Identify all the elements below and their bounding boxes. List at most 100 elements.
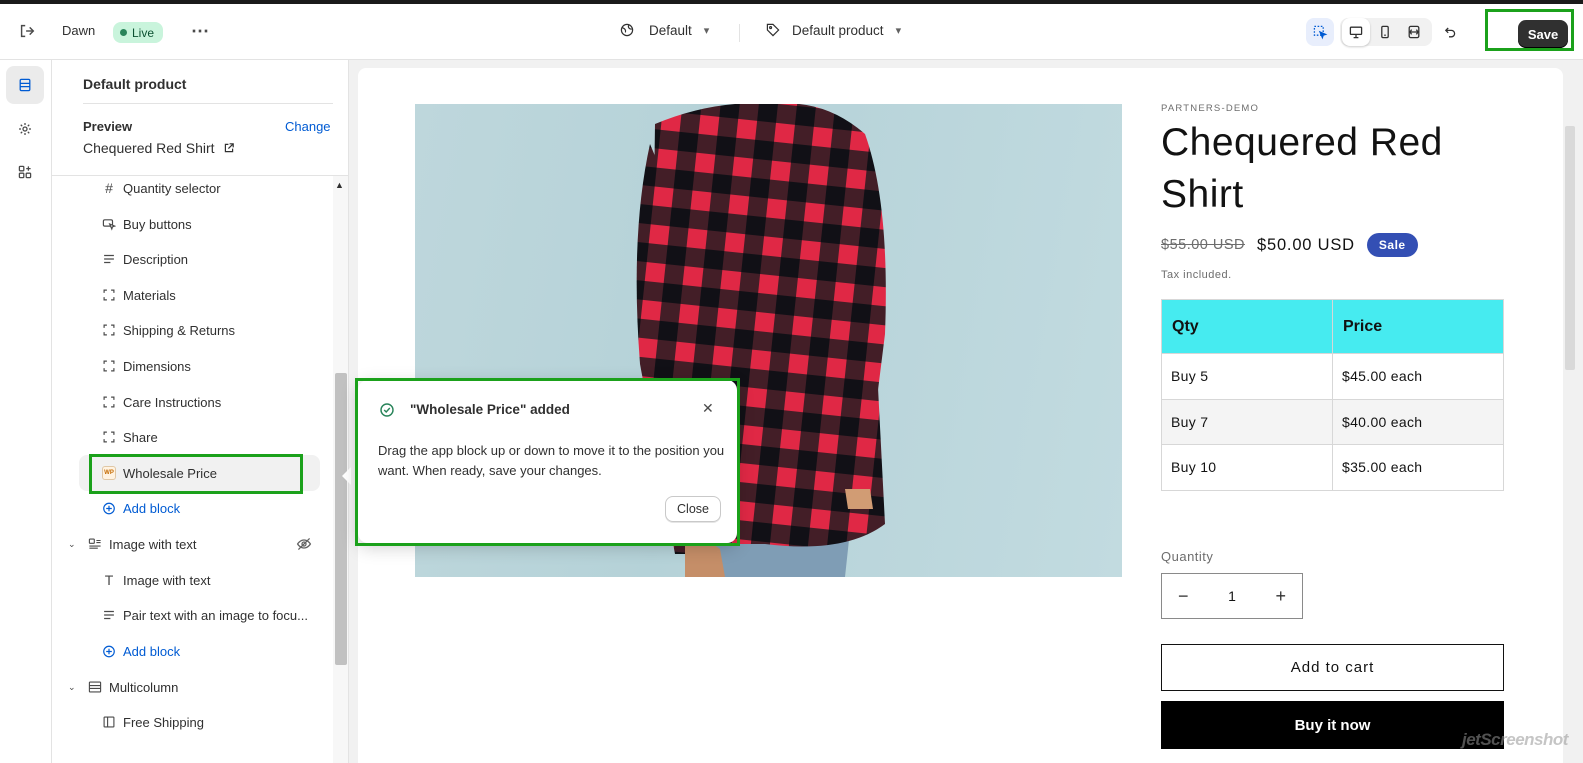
product-dropdown[interactable]: Default product ▾ (765, 22, 901, 38)
hidden-eye-icon[interactable] (296, 536, 312, 557)
undo-icon (1444, 27, 1456, 38)
mobile-view-button[interactable] (1371, 18, 1399, 46)
block-image-with-text-paragraph[interactable]: Pair text with an image to focu... (102, 598, 308, 632)
block-label: Description (123, 251, 189, 267)
editor-topbar: Dawn Live ⋯ Default ▾ Default product ▾ … (0, 4, 1583, 60)
change-preview-link[interactable]: Change (285, 119, 331, 134)
block-share[interactable]: Share (102, 420, 158, 454)
preview-scrollbar-thumb[interactable] (1565, 126, 1575, 370)
more-options-icon[interactable]: ⋯ (190, 21, 210, 41)
sidebar-scrollbar-thumb[interactable] (335, 373, 347, 665)
fullscreen-view-button[interactable] (1400, 18, 1428, 46)
image-text-icon (88, 537, 102, 551)
block-quantity-selector[interactable]: # Quantity selector (102, 171, 220, 205)
block-image-with-text-heading[interactable]: T Image with text (102, 563, 211, 597)
popover-close-button[interactable]: Close (665, 496, 721, 522)
external-link-icon (224, 143, 234, 153)
block-care-instructions[interactable]: Care Instructions (102, 385, 221, 419)
block-description[interactable]: Description (102, 242, 188, 276)
quantity-value[interactable]: 1 (1228, 588, 1236, 604)
hash-icon: # (105, 180, 113, 196)
preview-label: Preview (83, 119, 133, 134)
check-circle-icon (379, 402, 395, 423)
block-free-shipping[interactable]: Free Shipping (102, 705, 204, 739)
apps-icon (18, 165, 32, 179)
block-buy-buttons[interactable]: Buy buttons (102, 207, 192, 241)
collapsible-icon (102, 359, 116, 373)
mobile-icon (1381, 25, 1389, 39)
block-label: Pair text with an image to focu... (123, 607, 308, 623)
topbar-divider (739, 24, 740, 42)
save-button[interactable]: Save (1518, 20, 1568, 48)
live-label: Live (132, 25, 155, 40)
compare-at-price: $55.00 USD (1161, 237, 1245, 253)
app-logo-icon: WP (102, 466, 116, 480)
collapsible-icon (102, 323, 116, 337)
block-label: Image with text (123, 572, 211, 588)
plus-circle-icon (102, 501, 116, 515)
block-label: Free Shipping (123, 714, 204, 730)
template-dropdown[interactable]: Default ▾ (619, 22, 709, 38)
preview-product-link[interactable]: Chequered Red Shirt (83, 140, 235, 156)
select-cursor-icon (1313, 25, 1328, 40)
section-multicolumn[interactable]: ⌄ Multicolumn (68, 670, 178, 704)
multicolumn-icon (88, 680, 102, 694)
block-label: Buy buttons (123, 216, 192, 232)
block-materials[interactable]: Materials (102, 278, 176, 312)
minus-icon[interactable]: − (1178, 586, 1189, 607)
block-shipping-returns[interactable]: Shipping & Returns (102, 313, 235, 347)
add-block-button[interactable]: Add block (102, 634, 180, 668)
apps-rail-button[interactable] (6, 153, 44, 191)
text-t-icon: T (104, 572, 114, 588)
block-label: Shipping & Returns (123, 322, 236, 338)
column-icon (102, 715, 116, 729)
undo-button[interactable] (1435, 18, 1463, 46)
table-header-qty: Qty (1161, 299, 1333, 354)
close-icon[interactable]: ✕ (702, 400, 714, 417)
section-label: Image with text (109, 536, 197, 552)
block-wholesale-price[interactable]: WP Wholesale Price (102, 456, 217, 490)
buy-now-button[interactable]: Buy it now (1161, 701, 1504, 749)
block-label: Care Instructions (123, 394, 222, 410)
add-block-label: Add block (123, 643, 181, 659)
block-dimensions[interactable]: Dimensions (102, 349, 191, 383)
inspector-toggle[interactable] (1306, 18, 1334, 46)
table-row: Buy 7 $40.00 each (1161, 398, 1504, 445)
add-to-cart-button[interactable]: Add to cart (1161, 644, 1504, 691)
chevron-down-icon: ⌄ (68, 538, 76, 549)
sections-icon (19, 78, 31, 92)
plus-circle-icon (102, 644, 116, 658)
quantity-stepper[interactable]: − 1 + (1161, 573, 1303, 619)
sidebar-title: Default product (83, 76, 187, 92)
block-label: Dimensions (123, 358, 191, 374)
theme-settings-rail-button[interactable] (6, 110, 44, 148)
toast-pointer (342, 467, 351, 485)
table-row: Buy 10 $35.00 each (1161, 444, 1504, 491)
chevron-down-icon: ▾ (703, 24, 710, 37)
add-block-button[interactable]: Add block (102, 491, 180, 525)
cursor-icon (102, 217, 116, 231)
globe-icon (620, 23, 634, 37)
block-label: Share (123, 429, 158, 445)
sale-badge: Sale (1366, 233, 1418, 257)
exit-icon[interactable] (17, 21, 37, 41)
popover-title: "Wholesale Price" added (410, 402, 570, 417)
sale-price: $50.00 USD (1257, 235, 1355, 254)
desktop-view-button[interactable] (1342, 18, 1370, 46)
left-rail (0, 60, 52, 763)
price-row: $55.00 USD $50.00 USD Sale (1161, 233, 1418, 257)
sections-rail-button[interactable] (6, 66, 44, 104)
section-image-with-text[interactable]: ⌄ Image with text (68, 527, 196, 561)
scroll-up-arrow-icon[interactable]: ▲ (335, 180, 344, 190)
table-header-price: Price (1332, 299, 1504, 354)
plus-icon[interactable]: + (1275, 586, 1286, 607)
chevron-down-icon: ▾ (895, 24, 902, 37)
tag-icon (766, 23, 780, 37)
editor-sidebar: Default product Preview Change Chequered… (52, 60, 349, 763)
watermark: jetScreenshot (1462, 730, 1568, 749)
table-cell: $35.00 each (1332, 444, 1504, 491)
desktop-icon (1349, 26, 1363, 39)
table-cell: Buy 5 (1161, 353, 1333, 400)
text-lines-icon (102, 608, 116, 622)
chevron-down-icon: ⌄ (68, 681, 76, 692)
